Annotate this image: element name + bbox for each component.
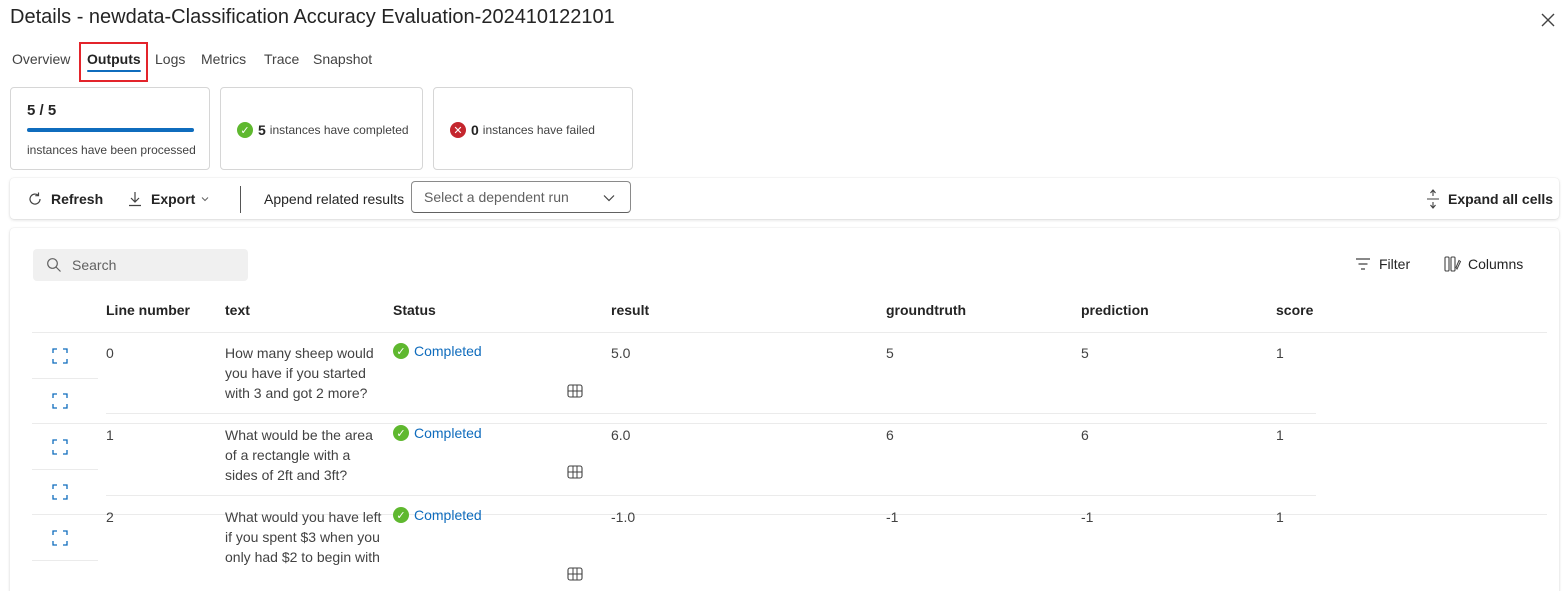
completed-label: instances have completed xyxy=(269,123,409,137)
tab-metrics[interactable]: Metrics xyxy=(201,44,246,74)
tab-snapshot[interactable]: Snapshot xyxy=(313,44,372,74)
row-divider xyxy=(32,378,98,379)
search-icon xyxy=(47,258,61,272)
processed-label: instances have been processed xyxy=(27,143,196,157)
row-divider xyxy=(32,469,98,470)
cell-groundtruth: 5 xyxy=(886,345,894,361)
chevron-down-icon xyxy=(201,196,209,201)
processed-progress-bar xyxy=(27,128,194,132)
failed-card: ✕ 0 instances have failed xyxy=(433,87,633,170)
tab-highlight-box xyxy=(79,42,148,82)
columns-icon xyxy=(1444,256,1462,272)
row-divider xyxy=(106,413,1316,414)
refresh-label: Refresh xyxy=(51,190,104,207)
column-header-status[interactable]: Status xyxy=(393,302,436,318)
cell-score: 1 xyxy=(1276,427,1284,443)
expand-all-label: Expand all cells xyxy=(1448,190,1554,207)
cell-prediction: -1 xyxy=(1081,509,1094,525)
processed-count: 5 / 5 xyxy=(27,102,57,119)
table-view-icon[interactable] xyxy=(567,384,583,398)
columns-button[interactable]: Columns xyxy=(1444,256,1523,272)
toolbar-divider xyxy=(240,186,241,213)
refresh-icon xyxy=(29,192,41,205)
cell-groundtruth: 6 xyxy=(886,427,894,443)
cell-text: How many sheep would you have if you sta… xyxy=(225,345,374,401)
cell-result: 5.0 xyxy=(611,345,631,361)
cell-prediction: 6 xyxy=(1081,427,1089,443)
append-label: Append related results xyxy=(264,190,405,207)
column-header-line-number[interactable]: Line number xyxy=(106,302,190,318)
tab-trace[interactable]: Trace xyxy=(264,44,299,74)
close-icon[interactable] xyxy=(1538,10,1558,30)
filter-icon xyxy=(1356,258,1370,270)
cell-result: 6.0 xyxy=(611,427,631,443)
processed-card: 5 / 5 instances have been processed xyxy=(10,87,210,170)
check-circle-icon: ✓ xyxy=(393,507,409,523)
expand-cell-icon[interactable] xyxy=(52,484,68,500)
status-label: Completed xyxy=(414,425,482,441)
check-circle-icon: ✓ xyxy=(393,343,409,359)
download-icon xyxy=(129,191,141,206)
header-divider xyxy=(32,332,1547,333)
cell-line-number: 0 xyxy=(106,345,114,361)
column-header-score[interactable]: score xyxy=(1276,302,1313,318)
status-label: Completed xyxy=(414,507,482,523)
expand-cell-icon[interactable] xyxy=(52,530,68,546)
column-header-result[interactable]: result xyxy=(611,302,649,318)
cell-groundtruth: -1 xyxy=(886,509,899,525)
expand-vertical-icon xyxy=(1427,188,1439,209)
status-link[interactable]: ✓ Completed xyxy=(393,343,482,359)
error-circle-icon: ✕ xyxy=(450,122,466,138)
cell-score: 1 xyxy=(1276,345,1284,361)
toolbar: Refresh Export Append related results Se… xyxy=(10,178,1559,219)
failed-count: 0 xyxy=(471,122,479,138)
completed-card: ✓ 5 instances have completed xyxy=(220,87,423,170)
cell-text: What would be the area of a rectangle wi… xyxy=(225,427,373,483)
table-view-icon[interactable] xyxy=(567,567,583,581)
failed-label: instances have failed xyxy=(482,123,595,137)
export-button[interactable]: Export xyxy=(127,178,210,219)
check-circle-icon: ✓ xyxy=(393,425,409,441)
chevron-down-icon xyxy=(603,195,615,202)
expand-cell-icon[interactable] xyxy=(52,348,68,364)
table-view-icon[interactable] xyxy=(567,465,583,479)
outputs-table-panel: Filter Columns Line number text Status r… xyxy=(10,228,1559,591)
column-header-prediction[interactable]: prediction xyxy=(1081,302,1149,318)
dependent-run-placeholder: Select a dependent run xyxy=(424,189,569,205)
cell-text: What would you have left if you spent $3… xyxy=(225,509,382,565)
columns-label: Columns xyxy=(1468,256,1524,272)
dependent-run-select[interactable]: Select a dependent run xyxy=(411,181,631,213)
cell-line-number: 1 xyxy=(106,427,114,443)
tab-logs[interactable]: Logs xyxy=(155,44,185,74)
status-label: Completed xyxy=(414,343,482,359)
cell-result: -1.0 xyxy=(611,509,636,525)
cell-line-number: 2 xyxy=(106,509,114,525)
filter-label: Filter xyxy=(1379,256,1411,272)
column-header-text[interactable]: text xyxy=(225,302,250,318)
completed-count: 5 xyxy=(258,122,266,138)
expand-cell-icon[interactable] xyxy=(52,439,68,455)
row-divider xyxy=(32,423,1547,424)
filter-button[interactable]: Filter xyxy=(1355,256,1410,272)
row-divider xyxy=(106,495,1316,496)
search-input[interactable] xyxy=(72,257,232,273)
row-divider xyxy=(32,560,98,561)
expand-all-cells-button[interactable]: Expand all cells xyxy=(1425,178,1553,219)
status-link[interactable]: ✓ Completed xyxy=(393,425,482,441)
check-circle-icon: ✓ xyxy=(237,122,253,138)
cell-prediction: 5 xyxy=(1081,345,1089,361)
tab-overview[interactable]: Overview xyxy=(12,44,70,74)
export-label: Export xyxy=(151,190,196,207)
cell-score: 1 xyxy=(1276,509,1284,525)
status-link[interactable]: ✓ Completed xyxy=(393,507,482,523)
expand-cell-icon[interactable] xyxy=(52,393,68,409)
refresh-button[interactable]: Refresh xyxy=(27,178,103,219)
search-box[interactable] xyxy=(33,249,248,281)
page-title: Details - newdata-Classification Accurac… xyxy=(10,6,615,28)
column-header-groundtruth[interactable]: groundtruth xyxy=(886,302,966,318)
